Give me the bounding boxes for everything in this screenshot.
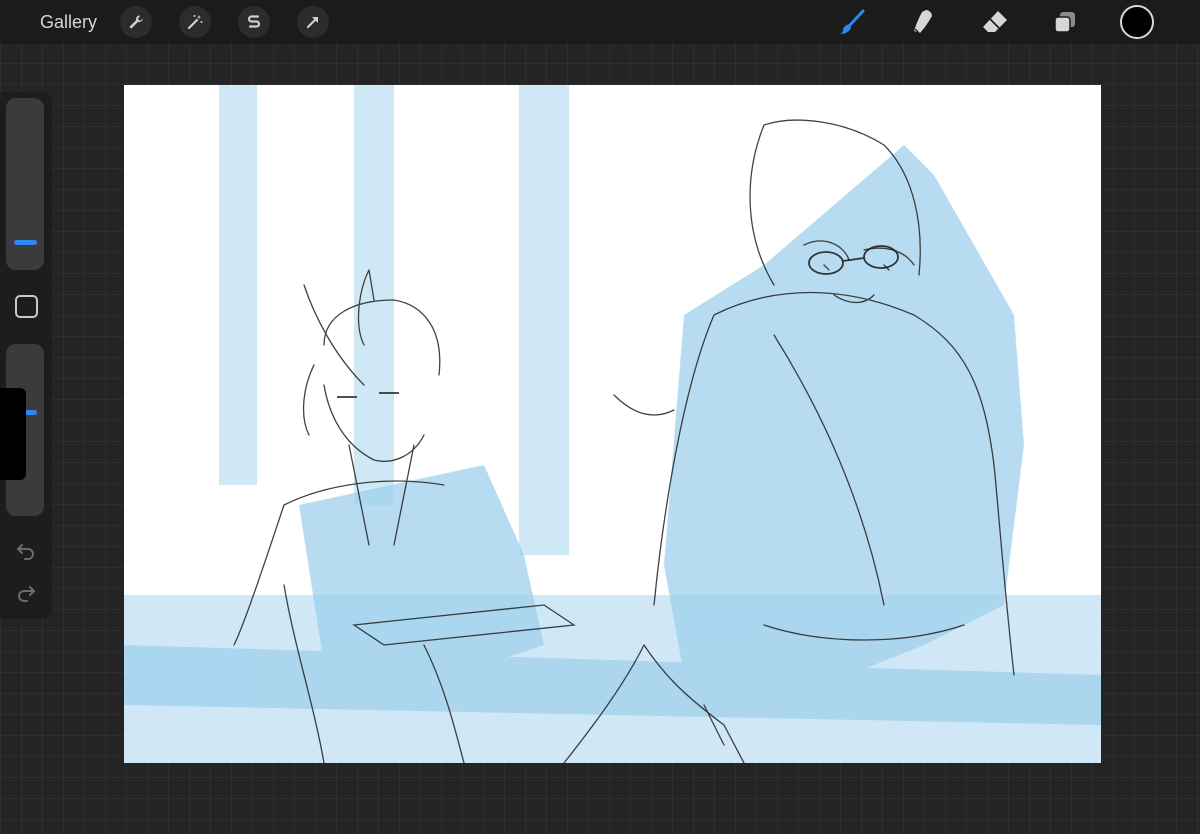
- sketch-artwork: [124, 85, 1101, 763]
- wrench-icon: [129, 15, 143, 29]
- smudge-tool-button[interactable]: [907, 6, 939, 38]
- top-toolbar: Gallery: [0, 0, 1200, 44]
- transform-arrow-icon: [306, 17, 318, 29]
- color-swatch[interactable]: [1120, 5, 1154, 39]
- left-sidebar: [0, 92, 52, 619]
- brush-preview-popup: [0, 388, 26, 480]
- layers-icon: [1054, 12, 1075, 33]
- layers-button[interactable]: [1049, 6, 1081, 38]
- selection-button[interactable]: [238, 6, 270, 38]
- transform-button[interactable]: [297, 6, 329, 38]
- magic-wand-icon: [187, 15, 203, 30]
- brush-tool-button[interactable]: [836, 6, 868, 38]
- smudge-icon: [914, 10, 932, 34]
- drawing-canvas[interactable]: [124, 85, 1101, 763]
- brush-size-thumb[interactable]: [14, 240, 37, 245]
- eraser-icon: [983, 11, 1007, 32]
- brush-icon: [840, 9, 865, 34]
- selection-icon: [247, 15, 261, 28]
- brush-size-slider[interactable]: [6, 98, 44, 270]
- actions-button[interactable]: [120, 6, 152, 38]
- redo-icon[interactable]: [15, 581, 37, 603]
- eraser-tool-button[interactable]: [979, 6, 1011, 38]
- gallery-button[interactable]: Gallery: [40, 11, 97, 33]
- modify-square-icon[interactable]: [15, 295, 38, 318]
- adjustments-button[interactable]: [179, 6, 211, 38]
- undo-icon[interactable]: [15, 539, 37, 561]
